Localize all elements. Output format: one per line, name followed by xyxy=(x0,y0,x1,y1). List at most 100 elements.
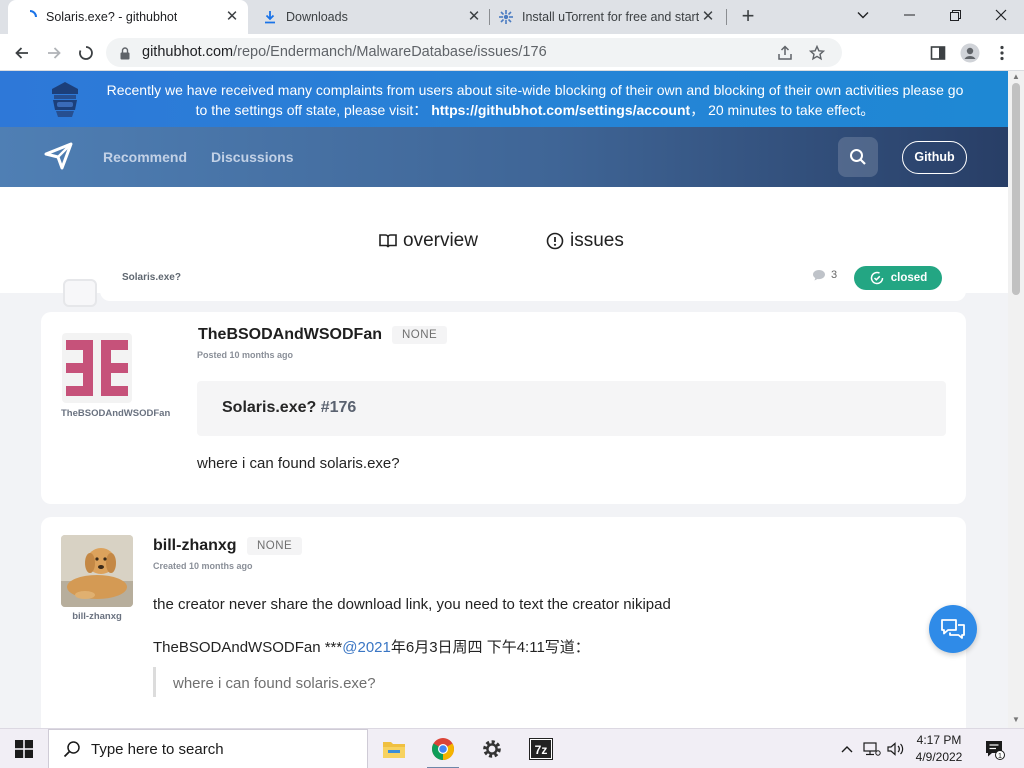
issue-number[interactable]: #176 xyxy=(321,399,357,416)
windows-taskbar: Type here to search 7z 4:17 PM 4/9/2022 … xyxy=(0,728,1024,768)
profile-avatar-icon[interactable] xyxy=(958,41,982,65)
reply-prefix: TheBSODAndWSODFan *** xyxy=(153,639,343,656)
tab-solaris[interactable]: Solaris.exe? - githubhot ✕ xyxy=(8,0,248,34)
browser-menu-icon[interactable] xyxy=(990,41,1014,65)
reply-mention-link[interactable]: @2021 xyxy=(342,639,391,656)
tab-issues-label: issues xyxy=(570,230,624,251)
posted-time: Created 10 months ago xyxy=(153,561,253,571)
status-badge: closed xyxy=(854,266,942,290)
tab-title: Install uTorrent for free and start xyxy=(522,10,700,24)
banner-settings-link[interactable]: https://githubhot.com/settings/account xyxy=(431,102,690,118)
scroll-up-arrow-icon[interactable]: ▲ xyxy=(1012,73,1020,81)
banner-message: Recently we have received many complaint… xyxy=(100,80,970,120)
issue-title[interactable]: Solaris.exe? xyxy=(122,272,181,283)
nav-recommend-link[interactable]: Recommend xyxy=(103,149,187,165)
tab-utorrent[interactable]: Install uTorrent for free and start ✕ xyxy=(492,0,724,34)
volume-icon[interactable] xyxy=(885,729,907,768)
closed-check-icon xyxy=(870,271,884,285)
new-tab-button[interactable]: + xyxy=(737,5,759,28)
posted-time: Posted 10 months ago xyxy=(197,350,294,360)
minimize-window-button[interactable] xyxy=(886,0,932,30)
close-tab-icon[interactable]: ✕ xyxy=(466,9,482,25)
chat-button[interactable] xyxy=(929,605,977,653)
side-panel-icon[interactable] xyxy=(926,41,950,65)
comment-author[interactable]: TheBSODAndWSODFan xyxy=(198,326,382,344)
taskbar-search-box[interactable]: Type here to search xyxy=(48,729,368,768)
author-role-badge: NONE xyxy=(392,326,448,344)
search-icon xyxy=(850,149,866,165)
site-navbar: Recommend Discussions Github xyxy=(0,127,1008,187)
tab-separator xyxy=(726,9,727,25)
avatar[interactable] xyxy=(62,333,132,403)
comment-body: where i can found solaris.exe? xyxy=(197,455,400,472)
close-tab-icon[interactable]: ✕ xyxy=(224,9,240,25)
issue-checkbox[interactable] xyxy=(63,279,97,307)
issue-summary-bar: Solaris.exe? 3 closed xyxy=(100,255,966,301)
scroll-down-arrow-icon[interactable]: ▼ xyxy=(1012,716,1020,724)
settings-gear-taskbar-icon[interactable] xyxy=(468,729,516,768)
search-icon xyxy=(63,741,80,758)
comment-bubble-icon xyxy=(813,270,825,281)
site-mascot-logo xyxy=(48,80,82,118)
avatar-username[interactable]: TheBSODAndWSODFan xyxy=(61,408,177,419)
github-button[interactable]: Github xyxy=(902,141,967,174)
comment-count-value: 3 xyxy=(831,269,838,281)
tab-overview-label: overview xyxy=(403,230,478,251)
notification-center-icon: 1 xyxy=(986,741,1005,760)
book-icon xyxy=(379,234,397,248)
network-icon[interactable] xyxy=(861,729,883,768)
banner-text-after: ， 20 minutes to take effect。 xyxy=(690,102,875,118)
tab-title: Downloads xyxy=(286,10,348,24)
quoted-text: where i can found solaris.exe? xyxy=(173,675,376,692)
comment-author[interactable]: bill-zhanxg xyxy=(153,537,237,555)
url-host: githubhot.com xyxy=(142,44,234,60)
tab-downloads[interactable]: Downloads ✕ xyxy=(254,0,490,34)
search-button[interactable] xyxy=(838,137,878,177)
taskbar-search-placeholder: Type here to search xyxy=(91,740,224,758)
system-clock[interactable]: 4:17 PM 4/9/2022 xyxy=(908,732,970,766)
tab-overview[interactable]: overview xyxy=(379,230,478,252)
url-text: githubhot.com/repo/Endermanch/MalwareDat… xyxy=(142,44,547,60)
chrome-taskbar-icon[interactable] xyxy=(419,729,467,768)
start-button[interactable] xyxy=(0,729,48,768)
comment-count: 3 xyxy=(812,269,837,281)
clock-date: 4/9/2022 xyxy=(915,750,963,764)
close-tab-icon[interactable]: ✕ xyxy=(700,9,716,25)
share-icon[interactable] xyxy=(776,44,794,62)
7zip-taskbar-icon[interactable]: 7z xyxy=(517,729,565,768)
announcement-banner: Recently we have received many complaint… xyxy=(0,71,1008,127)
blockquote-bar xyxy=(153,667,156,697)
lock-icon[interactable] xyxy=(116,44,134,62)
clock-time: 4:17 PM xyxy=(916,733,962,747)
restore-window-button[interactable] xyxy=(932,0,978,30)
download-icon xyxy=(262,9,278,25)
tray-overflow-chevron-icon[interactable] xyxy=(837,729,857,768)
avatar-username[interactable]: bill-zhanxg xyxy=(61,611,133,622)
tab-search-chevron-icon[interactable] xyxy=(840,0,886,30)
comment-card: TheBSODAndWSODFan TheBSODAndWSODFan NONE… xyxy=(41,312,966,504)
windows-logo-icon xyxy=(15,740,33,758)
main-content: overview issues Solaris.exe? 3 closed Th… xyxy=(0,187,1008,728)
avatar[interactable] xyxy=(61,535,133,607)
address-bar[interactable]: githubhot.com/repo/Endermanch/MalwareDat… xyxy=(106,38,842,67)
reply-header: TheBSODAndWSODFan ***@2021年6月3日周四 下午4:11… xyxy=(153,636,590,657)
forward-button[interactable] xyxy=(42,41,66,65)
nav-discussions-link[interactable]: Discussions xyxy=(211,149,293,165)
scrollbar-thumb[interactable] xyxy=(1012,83,1020,295)
back-button[interactable] xyxy=(10,41,34,65)
utorrent-favicon-icon xyxy=(498,9,514,25)
file-explorer-taskbar-icon[interactable] xyxy=(370,729,418,768)
page-scrollbar[interactable]: ▲ ▼ xyxy=(1008,71,1024,728)
notifications-button[interactable]: 1 xyxy=(978,729,1010,768)
chat-bubbles-icon xyxy=(941,619,965,639)
stop-loading-icon[interactable] xyxy=(74,41,98,65)
bookmark-star-icon[interactable] xyxy=(808,44,826,62)
paper-plane-logo-icon[interactable] xyxy=(44,141,74,171)
tab-issues[interactable]: issues xyxy=(546,230,624,252)
issue-reference-text: Solaris.exe? xyxy=(222,399,317,416)
tab-separator xyxy=(489,9,490,25)
close-window-button[interactable] xyxy=(978,0,1024,30)
tab-title: Solaris.exe? - githubhot xyxy=(46,10,178,24)
reply-suffix: 年6月3日周四 下午4:11写道： xyxy=(390,639,590,656)
browser-toolbar: githubhot.com/repo/Endermanch/MalwareDat… xyxy=(0,34,1024,71)
